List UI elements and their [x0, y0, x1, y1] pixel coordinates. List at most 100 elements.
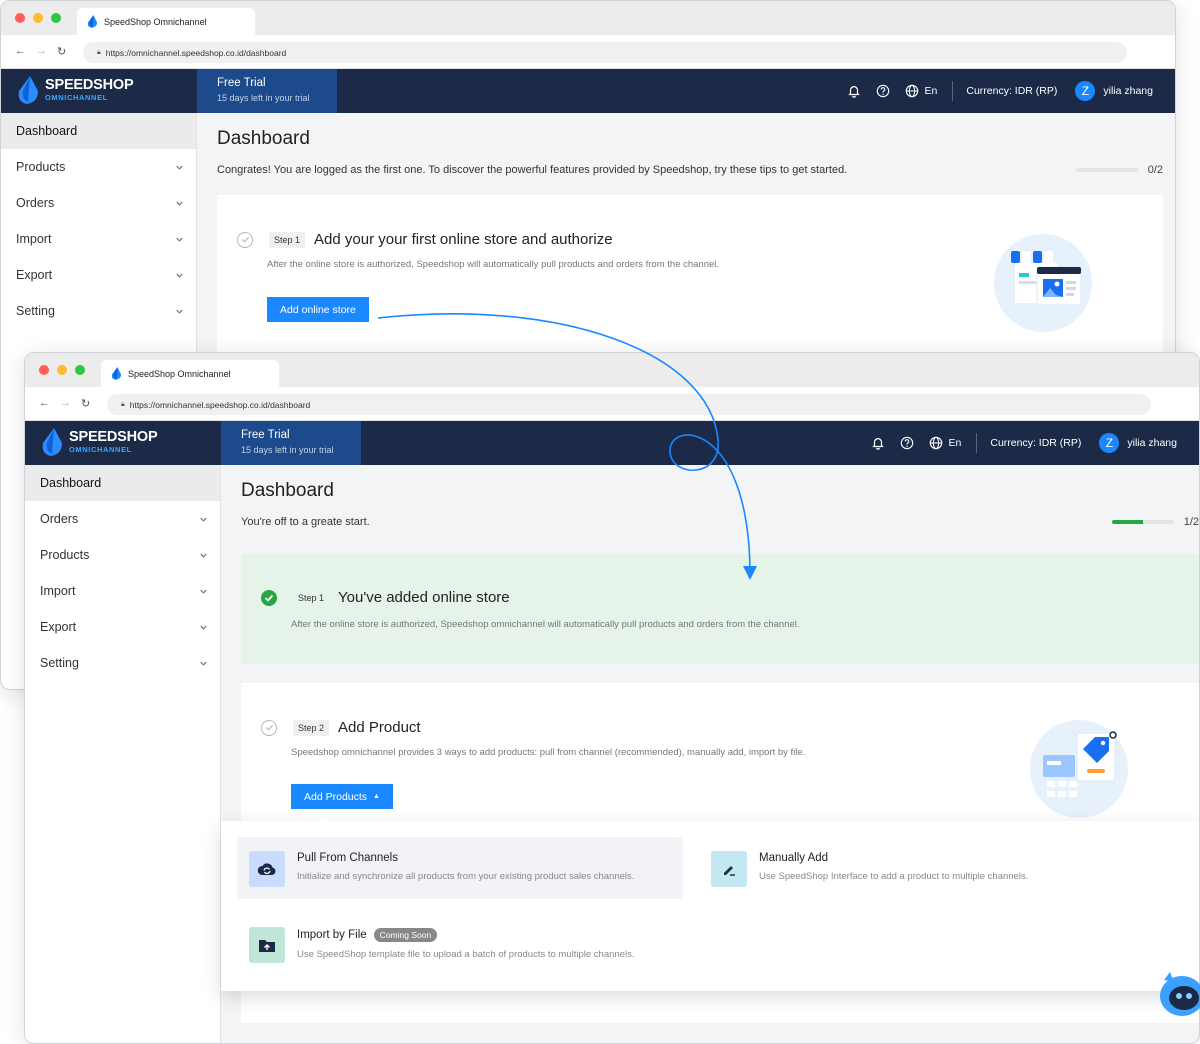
step-title: Add your your first online store and aut… [314, 231, 613, 248]
url-field[interactable]: 🔒︎ https://omnichannel.speedshop.co.id/d… [107, 394, 1151, 415]
chevron-down-icon [176, 237, 183, 242]
help-icon[interactable] [900, 436, 914, 450]
sidebar-item-label: Import [16, 232, 52, 246]
trial-title: Free Trial [217, 77, 266, 89]
progress-fill [1111, 520, 1143, 524]
option-description: Use SpeedShop Interface to add a product… [759, 871, 1029, 882]
avatar[interactable]: Z [1075, 81, 1096, 101]
close-window-button[interactable] [15, 13, 25, 23]
title-bar: SpeedShop Omnichannel [1, 1, 1175, 35]
address-bar-row: ← → ↻ 🔒︎ https://omnichannel.speedshop.c… [1, 35, 1175, 69]
back-arrow-icon[interactable]: ← [39, 397, 50, 410]
maximize-window-button[interactable] [75, 365, 85, 375]
globe-icon[interactable] [905, 84, 919, 98]
speedshop-logo-icon [111, 367, 122, 380]
sidebar-item-label: Setting [40, 656, 79, 670]
brand-logo[interactable]: SPEEDSHOP OMNICHANNEL [17, 76, 134, 104]
window-controls [39, 365, 85, 375]
language-selector[interactable]: En [925, 85, 938, 97]
minimize-window-button[interactable] [33, 13, 43, 23]
language-selector[interactable]: En [949, 437, 962, 449]
step-description: After the online store is authorized, Sp… [291, 619, 800, 630]
brand-subtitle: OMNICHANNEL [45, 92, 108, 102]
speedshop-logo-icon [42, 428, 62, 456]
intro-message: You're off to a greate start. [241, 516, 370, 528]
chevron-down-icon [200, 589, 207, 594]
address-bar-row: ← → ↻ 🔒︎ https://omnichannel.speedshop.c… [25, 387, 1199, 421]
avatar[interactable]: Z [1099, 433, 1120, 453]
import-by-file-option[interactable]: Import by File Coming Soon Use SpeedShop… [237, 913, 683, 975]
url-text: https://omnichannel.speedshop.co.id/dash… [129, 399, 311, 410]
forward-arrow-icon[interactable]: → [60, 397, 71, 410]
sidebar-item-label: Setting [16, 304, 55, 318]
step-title: You've added online store [338, 589, 510, 606]
add-products-button[interactable]: Add Products ▲ [291, 784, 393, 809]
user-name[interactable]: yilia zhang [1127, 437, 1177, 449]
minimize-window-button[interactable] [57, 365, 67, 375]
sidebar-item-label: Products [40, 548, 90, 562]
globe-icon[interactable] [929, 436, 943, 450]
close-window-button[interactable] [39, 365, 49, 375]
chevron-down-icon [200, 517, 207, 522]
sidebar-item-setting[interactable]: Setting [25, 645, 220, 681]
title-bar: SpeedShop Omnichannel [25, 353, 1199, 387]
reload-icon[interactable]: ↻ [57, 45, 66, 58]
lock-icon: 🔒︎ [121, 400, 125, 408]
chevron-down-icon [200, 553, 207, 558]
option-description: Initialize and synchronize all products … [297, 871, 635, 882]
sidebar-item-import[interactable]: Import [1, 221, 196, 257]
sidebar-item-dashboard[interactable]: Dashboard [1, 113, 196, 149]
chevron-down-icon [200, 625, 207, 630]
add-online-store-button[interactable]: Add online store [267, 297, 369, 322]
help-assistant-mascot-icon[interactable] [1156, 968, 1200, 1018]
help-icon[interactable] [876, 84, 890, 98]
brand-logo[interactable]: SPEEDSHOP OMNICHANNEL [41, 428, 158, 456]
bell-icon[interactable] [847, 84, 861, 98]
add-products-dropdown: Pull From Channels Initialize and synchr… [221, 815, 1199, 991]
forward-arrow-icon[interactable]: → [36, 45, 47, 58]
header-divider [952, 81, 954, 101]
sidebar-item-export[interactable]: Export [25, 609, 220, 645]
main-content: Dashboard You're off to a greate start. … [221, 465, 1199, 1043]
trial-days-left: 15 days left in your trial [217, 93, 310, 103]
progress-bar [1111, 520, 1174, 524]
free-trial-banner[interactable]: Free Trial 15 days left in your trial [197, 69, 337, 113]
speedshop-logo-icon [87, 15, 98, 28]
folder-upload-icon [249, 927, 285, 963]
progress-bar [1075, 168, 1138, 172]
option-title: Pull From Channels [297, 852, 398, 864]
lock-icon: 🔒︎ [97, 48, 101, 56]
bell-icon[interactable] [871, 436, 885, 450]
back-arrow-icon[interactable]: ← [15, 45, 26, 58]
online-store-illustration-icon [994, 234, 1092, 332]
sidebar-item-import[interactable]: Import [25, 573, 220, 609]
sidebar-item-label: Export [40, 620, 77, 634]
sidebar-item-orders[interactable]: Orders [1, 185, 196, 221]
brand-subtitle: OMNICHANNEL [69, 444, 132, 454]
window-controls [15, 13, 61, 23]
user-name[interactable]: yilia zhang [1103, 85, 1153, 97]
brand-name: SPEEDSHOP [69, 428, 158, 445]
browser-tab[interactable]: SpeedShop Omnichannel [77, 8, 255, 35]
sidebar-item-orders[interactable]: Orders [25, 501, 220, 537]
pull-from-channels-option[interactable]: Pull From Channels Initialize and synchr… [237, 837, 683, 899]
add-products-label: Add Products [304, 790, 368, 803]
reload-icon[interactable]: ↻ [81, 397, 90, 410]
url-text: https://omnichannel.speedshop.co.id/dash… [105, 47, 287, 58]
sidebar-item-products[interactable]: Products [25, 537, 220, 573]
browser-tab[interactable]: SpeedShop Omnichannel [101, 360, 279, 387]
manually-add-option[interactable]: Manually Add Use SpeedShop Interface to … [699, 837, 1139, 899]
sidebar-item-products[interactable]: Products [1, 149, 196, 185]
free-trial-banner[interactable]: Free Trial 15 days left in your trial [221, 421, 361, 465]
currency-selector[interactable]: Currency: IDR (RP) [966, 85, 1057, 97]
currency-selector[interactable]: Currency: IDR (RP) [990, 437, 1081, 449]
trial-days-left: 15 days left in your trial [241, 445, 334, 455]
step-badge: Step 1 [298, 592, 325, 603]
sidebar-item-label: Dashboard [16, 124, 78, 138]
url-field[interactable]: 🔒︎ https://omnichannel.speedshop.co.id/d… [83, 42, 1127, 63]
sidebar-item-setting[interactable]: Setting [1, 293, 196, 329]
maximize-window-button[interactable] [51, 13, 61, 23]
step-badge: Step 2 [293, 719, 330, 736]
sidebar-item-export[interactable]: Export [1, 257, 196, 293]
sidebar-item-dashboard[interactable]: Dashboard [25, 465, 220, 501]
